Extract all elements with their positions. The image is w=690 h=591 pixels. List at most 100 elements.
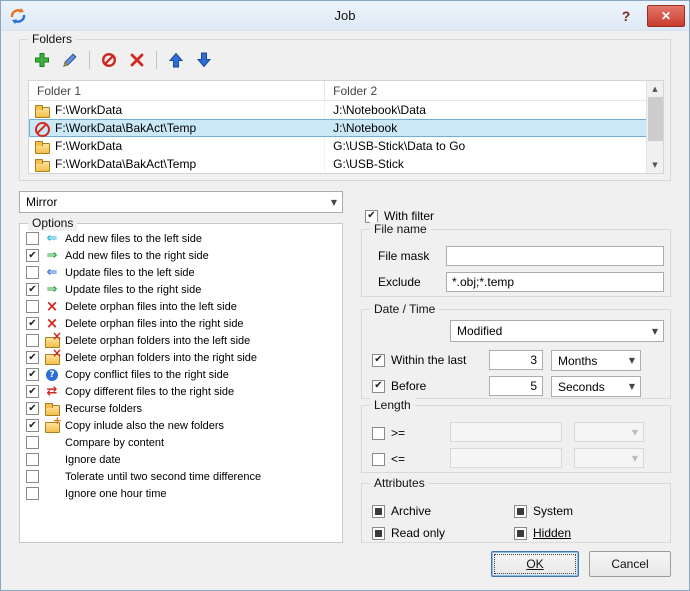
option-checkbox[interactable] <box>26 419 39 432</box>
option-checkbox[interactable] <box>26 368 39 381</box>
move-down-button[interactable] <box>192 49 216 71</box>
before-checkbox[interactable]: Before <box>372 377 426 395</box>
option-checkbox[interactable] <box>26 283 39 296</box>
delete-folder-pair-button[interactable] <box>125 49 149 71</box>
length-ge-unit-select[interactable] <box>574 422 644 442</box>
option-row[interactable]: Update files to the right side <box>22 281 340 298</box>
scroll-up-icon[interactable] <box>647 81 663 97</box>
disable-folder-pair-button[interactable] <box>97 49 121 71</box>
checkbox[interactable] <box>372 426 385 440</box>
attribute-system-checkbox[interactable]: System <box>514 502 573 520</box>
add-icon <box>35 53 49 67</box>
attribute-readonly-checkbox[interactable]: Read only <box>372 524 445 542</box>
column-header-folder1[interactable]: Folder 1 <box>29 81 326 100</box>
length-ge-checkbox[interactable]: >= <box>372 424 405 442</box>
options-group: Options Add new files to the left side A… <box>19 216 343 543</box>
table-row[interactable]: F:\WorkData\BakAct\Temp G:\USB-Stick <box>29 155 663 173</box>
chevron-down-icon <box>632 454 643 463</box>
option-row[interactable]: Add new files to the left side <box>22 230 340 247</box>
option-label: Update files to the right side <box>65 283 202 296</box>
option-label: Delete orphan folders into the right sid… <box>65 351 258 364</box>
option-row[interactable]: Recurse folders <box>22 400 340 417</box>
length-group-label: Length <box>370 398 415 413</box>
option-row[interactable]: Update files to the left side <box>22 264 340 281</box>
add-folder-pair-button[interactable] <box>30 49 54 71</box>
attribute-archive-checkbox[interactable]: Archive <box>372 502 431 520</box>
close-icon[interactable]: ✕ <box>647 5 685 27</box>
tri-state-checkbox[interactable] <box>372 504 385 518</box>
job-dialog-window: Job ? ✕ Folders Folder 1 Folder 2 F:\Wor… <box>0 0 690 591</box>
within-last-value-input[interactable] <box>489 350 543 370</box>
tri-state-checkbox[interactable] <box>514 526 527 540</box>
option-row[interactable]: Copy conflict files to the right side <box>22 366 340 383</box>
option-row[interactable]: Delete orphan files into the right side <box>22 315 340 332</box>
move-up-button[interactable] <box>164 49 188 71</box>
option-checkbox[interactable] <box>26 249 39 262</box>
within-last-label: Within the last <box>391 353 467 367</box>
option-row[interactable]: Tolerate until two second time differenc… <box>22 468 340 485</box>
file-mask-input[interactable] <box>446 246 664 266</box>
length-le-value-input[interactable] <box>450 448 562 468</box>
option-label: Add new files to the right side <box>65 249 209 262</box>
option-checkbox[interactable] <box>26 487 39 500</box>
length-le-checkbox[interactable]: <= <box>372 450 405 468</box>
option-checkbox[interactable] <box>26 266 39 279</box>
length-ge-value-input[interactable] <box>450 422 562 442</box>
window-title: Job <box>334 8 356 23</box>
tri-state-checkbox[interactable] <box>514 504 527 518</box>
option-row[interactable]: Copy different files to the right side <box>22 383 340 400</box>
option-icon <box>44 231 60 246</box>
option-checkbox[interactable] <box>26 470 39 483</box>
exclude-input[interactable] <box>446 272 664 292</box>
checkbox[interactable] <box>365 209 378 223</box>
option-checkbox[interactable] <box>26 232 39 245</box>
before-unit-select[interactable]: Seconds <box>551 376 641 397</box>
option-checkbox[interactable] <box>26 436 39 449</box>
cancel-button[interactable]: Cancel <box>589 551 671 577</box>
column-header-folder2[interactable]: Folder 2 <box>325 81 646 100</box>
sync-mode-select[interactable]: Mirror <box>19 191 343 213</box>
option-checkbox[interactable] <box>26 300 39 313</box>
checkbox[interactable] <box>372 353 385 367</box>
within-last-checkbox[interactable]: Within the last <box>372 351 466 369</box>
titlebar[interactable]: Job ? ✕ <box>1 1 689 31</box>
option-row[interactable]: Ignore date <box>22 451 340 468</box>
chevron-down-icon <box>629 382 640 391</box>
help-icon[interactable]: ? <box>615 6 637 26</box>
option-row[interactable]: Compare by content <box>22 434 340 451</box>
option-checkbox[interactable] <box>26 402 39 415</box>
option-row[interactable]: Delete orphan folders into the left side <box>22 329 340 349</box>
tri-state-checkbox[interactable] <box>372 526 385 540</box>
edit-folder-pair-button[interactable] <box>58 49 82 71</box>
table-row[interactable]: F:\WorkData G:\USB-Stick\Data to Go <box>29 137 663 155</box>
option-checkbox[interactable] <box>26 334 39 347</box>
option-checkbox[interactable] <box>26 351 39 364</box>
option-row[interactable]: Copy inlude also the new folders <box>22 414 340 434</box>
option-row[interactable]: Add new files to the right side <box>22 247 340 264</box>
table-row[interactable]: F:\WorkData J:\Notebook\Data <box>29 101 663 119</box>
option-checkbox[interactable] <box>26 385 39 398</box>
checkbox[interactable] <box>372 452 385 466</box>
folder2-path: J:\Notebook\Data <box>333 103 426 117</box>
option-row[interactable]: Ignore one hour time <box>22 485 340 502</box>
option-checkbox[interactable] <box>26 317 39 330</box>
length-le-unit-select[interactable] <box>574 448 644 468</box>
option-checkbox[interactable] <box>26 453 39 466</box>
attribute-hidden-checkbox[interactable]: Hidden <box>514 524 571 542</box>
chevron-down-icon <box>652 327 663 336</box>
scrollbar-thumb[interactable] <box>648 97 663 141</box>
within-last-unit-select[interactable]: Months <box>551 350 641 371</box>
date-type-select[interactable]: Modified <box>450 320 664 342</box>
option-row[interactable]: Delete orphan folders into the right sid… <box>22 346 340 366</box>
option-row[interactable]: Delete orphan files into the left side <box>22 298 340 315</box>
folder1-path: F:\WorkData <box>55 103 123 117</box>
before-value-input[interactable] <box>489 376 543 396</box>
table-row[interactable]: F:\WorkData\BakAct\Temp J:\Notebook <box>29 119 663 137</box>
ok-button[interactable]: OK <box>491 551 579 577</box>
scroll-down-icon[interactable] <box>647 157 663 173</box>
with-filter-label: With filter <box>384 209 435 223</box>
vertical-scrollbar[interactable] <box>646 81 663 173</box>
table-header[interactable]: Folder 1 Folder 2 <box>29 81 663 101</box>
checkbox[interactable] <box>372 379 385 393</box>
option-icon <box>44 265 60 280</box>
